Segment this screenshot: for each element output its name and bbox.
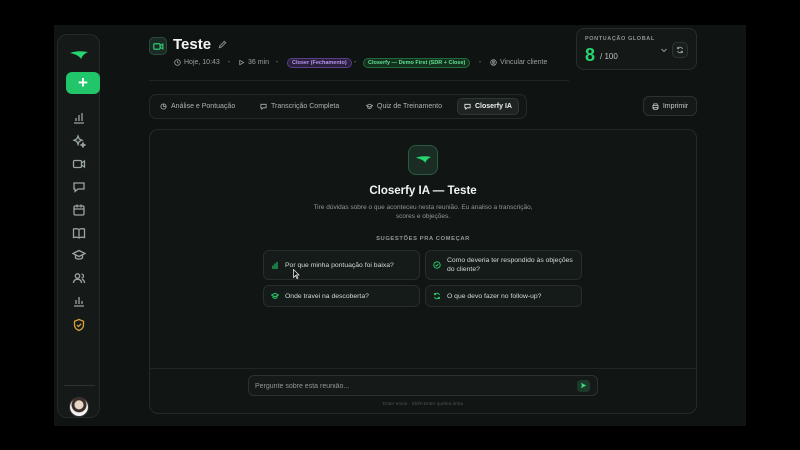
- stage-tag: Closer (Fechamento): [287, 58, 352, 68]
- check-circle-icon: [433, 261, 441, 269]
- app-window: + Teste Hoje, 10:43 • 36 min • Closer (F…: [54, 25, 746, 426]
- users-icon[interactable]: [72, 271, 86, 285]
- video-meeting-icon: [149, 37, 167, 55]
- refresh-icon: [677, 46, 683, 54]
- separator-dot: •: [228, 60, 231, 66]
- book-icon[interactable]: [72, 226, 86, 240]
- link-client-button[interactable]: Vincular cliente: [490, 59, 547, 66]
- clock-icon: [174, 59, 181, 66]
- user-link-icon: [490, 59, 497, 66]
- play-icon: [239, 59, 245, 66]
- graduation-cap-icon: [270, 292, 280, 300]
- suggestion-discovery[interactable]: Onde travei na descoberta?: [263, 285, 420, 307]
- chat-icon: [464, 103, 471, 110]
- input-hint: Enter envia · Shift+Enter quebra linha: [382, 402, 464, 407]
- header-divider: [149, 80, 569, 81]
- duration-text: 36 min: [248, 59, 270, 66]
- mouse-pointer-icon: [293, 269, 300, 279]
- script-tag: Closerfy — Demo First (SDR + Close): [363, 58, 471, 68]
- suggestion-text: Como deveria ter respondido às objeções …: [447, 257, 573, 273]
- suggestion-text: O que devo fazer no follow-up?: [447, 292, 542, 300]
- tab-label: Transcrição Completa: [271, 103, 340, 110]
- tab-label: Closerfy IA: [475, 103, 512, 110]
- tab-closerfy-ai[interactable]: Closerfy IA: [457, 98, 519, 115]
- tab-analysis[interactable]: Análise e Pontuação: [154, 98, 241, 115]
- sidebar: +: [57, 34, 100, 418]
- message-icon: [260, 103, 267, 110]
- score-max: / 100: [600, 52, 618, 61]
- question-input[interactable]: [255, 379, 565, 393]
- ai-chat-panel: Closerfy IA — Teste Tire dúvidas sobre o…: [149, 129, 697, 414]
- graduation-cap-icon[interactable]: [71, 248, 87, 262]
- meeting-title: Teste: [173, 36, 212, 53]
- global-score-card: PONTUAÇÃO GLOBAL 8 / 100: [576, 28, 697, 70]
- suggestion-low-score[interactable]: Por que minha pontuação foi baixa?: [263, 250, 420, 280]
- closerfy-ai-logo: [408, 145, 438, 175]
- sparkles-icon[interactable]: [72, 134, 87, 149]
- video-icon[interactable]: [72, 157, 86, 171]
- print-label: Imprimir: [662, 102, 689, 110]
- pencil-icon[interactable]: [218, 40, 227, 49]
- new-meeting-button[interactable]: +: [66, 72, 100, 94]
- separator-dot: •: [479, 60, 482, 66]
- bar-chart-icon: [271, 261, 279, 269]
- graduation-cap-icon: [366, 103, 373, 109]
- suggestion-text: Onde travei na descoberta?: [285, 292, 369, 300]
- closerfy-logo-icon[interactable]: [69, 49, 89, 61]
- printer-icon: [652, 102, 659, 110]
- suggestion-objections[interactable]: Como deveria ter respondido às objeções …: [425, 250, 582, 280]
- score-label: PONTUAÇÃO GLOBAL: [585, 36, 655, 42]
- tab-bar: Análise e Pontuação Transcrição Completa…: [149, 94, 527, 119]
- calendar-icon[interactable]: [72, 203, 86, 217]
- link-client-label: Vincular cliente: [500, 59, 548, 66]
- reports-icon[interactable]: [72, 294, 86, 308]
- refresh-icon: [433, 292, 441, 300]
- ai-title: Closerfy IA — Teste: [369, 185, 477, 197]
- separator-dot: •: [354, 60, 357, 66]
- score-value: 8: [585, 45, 596, 65]
- tab-label: Quiz de Treinamento: [377, 103, 442, 110]
- panel-divider: [150, 368, 696, 369]
- avatar[interactable]: [69, 397, 89, 417]
- refresh-score-button[interactable]: [672, 42, 688, 58]
- chart-pie-icon: [160, 103, 167, 110]
- meeting-duration: 36 min: [238, 59, 269, 66]
- send-icon: [581, 382, 587, 389]
- meeting-datetime: Hoje, 10:43: [174, 59, 220, 66]
- suggestion-follow-up[interactable]: O que devo fazer no follow-up?: [425, 285, 582, 307]
- ai-subtitle: Tire dúvidas sobre o que aconteceu nesta…: [313, 204, 533, 220]
- suggestions-heading: SUGESTÕES PRA COMEÇAR: [376, 236, 470, 242]
- separator-dot: •: [276, 60, 279, 66]
- bird-icon: [415, 156, 432, 163]
- sidebar-divider: [64, 385, 95, 386]
- suggestion-text: Por que minha pontuação foi baixa?: [285, 261, 394, 269]
- analytics-icon[interactable]: [72, 111, 86, 125]
- question-input-box: [248, 375, 598, 396]
- shield-icon[interactable]: [72, 318, 86, 332]
- tab-quiz[interactable]: Quiz de Treinamento: [360, 98, 448, 115]
- tab-label: Análise e Pontuação: [171, 103, 236, 110]
- send-button[interactable]: [577, 380, 590, 392]
- chat-icon[interactable]: [72, 180, 86, 194]
- chevron-down-icon[interactable]: [660, 46, 668, 54]
- print-button[interactable]: Imprimir: [643, 96, 697, 116]
- datetime-text: Hoje, 10:43: [184, 59, 220, 66]
- tab-transcript[interactable]: Transcrição Completa: [254, 98, 345, 115]
